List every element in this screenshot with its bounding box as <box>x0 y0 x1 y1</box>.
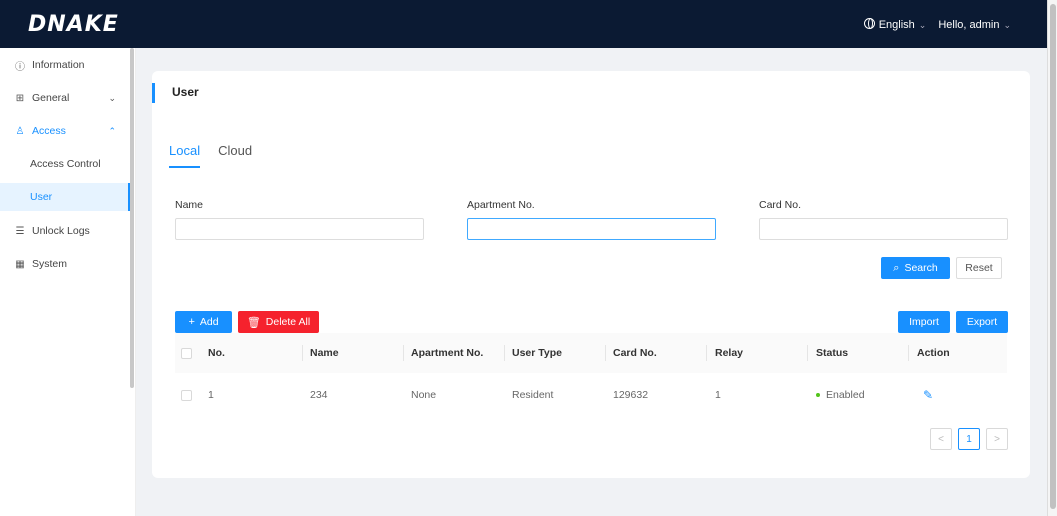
name-label: Name <box>175 199 204 211</box>
checkbox-box <box>181 347 192 359</box>
top-right-menu: English ⌄ Hello, admin ⌄ <box>863 18 1011 31</box>
sidebar-scrollbar[interactable] <box>130 48 134 388</box>
chevron-up-icon: ⌃ <box>108 125 116 136</box>
sidebar-item-label: User <box>30 191 53 203</box>
pagination-next[interactable]: > <box>986 428 1008 450</box>
sidebar-item-system[interactable]: ▦ System <box>0 250 130 278</box>
table-header: No. Name Apartment No. User Type Card No… <box>175 333 1007 373</box>
sidebar-item-access[interactable]: ♙ Access ⌃ <box>0 117 130 145</box>
sidebar: ⓘ Information ⊞ General ⌄ ♙ Access ⌃ Acc… <box>0 48 136 516</box>
sidebar-item-general[interactable]: ⊞ General ⌄ <box>0 84 130 112</box>
user-card: User Local Cloud Name Apartment No. Card… <box>152 71 1030 478</box>
cell-relay: 1 <box>715 389 721 401</box>
name-input[interactable] <box>175 218 424 240</box>
sidebar-item-label: System <box>32 258 68 270</box>
grid-icon: ⊞ <box>15 92 25 104</box>
cell-status: Enabled <box>816 376 865 414</box>
sidebar-item-label: Access <box>32 125 66 137</box>
search-label: Search <box>904 262 938 274</box>
user-icon: ♙ <box>15 125 25 137</box>
edit-button[interactable]: ✎ <box>923 376 933 414</box>
column-divider <box>605 345 606 361</box>
cell-apartment: None <box>411 389 437 401</box>
column-divider <box>302 345 303 361</box>
tab-cloud[interactable]: Cloud <box>218 143 252 168</box>
card-no-input[interactable] <box>759 218 1008 240</box>
col-no: No. <box>208 347 225 359</box>
import-button[interactable]: Import <box>898 311 950 333</box>
cell-user-type: Resident <box>512 389 554 401</box>
column-divider <box>807 345 808 361</box>
pagination-prev[interactable]: < <box>930 428 952 450</box>
card-no-label: Card No. <box>759 199 802 211</box>
chevron-down-icon: ⌄ <box>108 92 116 103</box>
pagination-page-1[interactable]: 1 <box>958 428 980 450</box>
column-divider <box>706 345 707 361</box>
status-dot <box>816 393 820 397</box>
edit-icon: ✎ <box>923 388 934 402</box>
trash-icon: 🗑 <box>246 316 261 329</box>
column-divider <box>504 345 505 361</box>
plus-icon: + <box>188 316 195 328</box>
top-bar: DNAKE English ⌄ Hello, admin ⌄ <box>0 0 1047 48</box>
select-all-checkbox[interactable] <box>181 333 192 373</box>
search-button[interactable]: ⌕ Search <box>881 257 950 279</box>
tab-local[interactable]: Local <box>169 143 201 168</box>
list-icon: ☰ <box>15 225 25 237</box>
user-greeting: Hello, admin <box>938 18 1000 31</box>
col-name: Name <box>310 347 339 359</box>
sidebar-item-information[interactable]: ⓘ Information <box>0 51 130 79</box>
sidebar-item-label: General <box>32 92 70 104</box>
sidebar-item-label: Unlock Logs <box>32 225 90 237</box>
globe-icon <box>863 18 875 29</box>
cell-no: 1 <box>208 389 214 401</box>
add-button[interactable]: + Add <box>175 311 232 333</box>
language-label: English <box>878 19 915 31</box>
export-button[interactable]: Export <box>956 311 1008 333</box>
col-card-no: Card No. <box>613 347 657 359</box>
chevron-down-icon: ⌄ <box>918 20 927 30</box>
table-row: 1 234 None Resident 129632 1 Enabled ✎ <box>175 376 1007 414</box>
dnake-logo[interactable]: DNAKE <box>28 12 119 37</box>
reset-button[interactable]: Reset <box>956 257 1002 279</box>
tabs: Local Cloud <box>169 143 252 168</box>
language-selector[interactable]: English ⌄ <box>863 18 927 31</box>
checkbox-box <box>181 389 192 401</box>
sidebar-item-unlock-logs[interactable]: ☰ Unlock Logs <box>0 217 130 245</box>
info-icon: ⓘ <box>15 61 25 73</box>
sidebar-item-access-control[interactable]: Access Control <box>0 150 130 178</box>
col-action: Action <box>917 347 950 359</box>
col-user-type: User Type <box>512 347 562 359</box>
title-accent-bar <box>152 83 155 103</box>
col-relay: Relay <box>715 347 744 359</box>
delete-all-label: Delete All <box>265 316 311 328</box>
user-menu[interactable]: Hello, admin ⌄ <box>938 19 1011 31</box>
delete-all-button[interactable]: 🗑 Delete All <box>238 311 319 333</box>
search-icon: ⌕ <box>893 261 900 274</box>
column-divider <box>908 345 909 361</box>
sidebar-item-label: Information <box>32 59 85 71</box>
col-status: Status <box>816 347 849 359</box>
apartment-input[interactable] <box>467 218 716 240</box>
scrollbar-thumb[interactable] <box>1050 4 1056 509</box>
page-title: User <box>172 85 199 99</box>
page-scrollbar[interactable] <box>1047 0 1057 516</box>
sidebar-item-label: Access Control <box>30 158 101 170</box>
cell-name: 234 <box>310 389 328 401</box>
cell-card-no: 129632 <box>613 389 649 401</box>
col-apartment: Apartment No. <box>411 347 484 359</box>
column-divider <box>403 345 404 361</box>
system-icon: ▦ <box>15 258 25 270</box>
add-label: Add <box>199 316 219 328</box>
apartment-label: Apartment No. <box>467 199 535 211</box>
sidebar-item-user[interactable]: User <box>0 183 130 211</box>
chevron-down-icon: ⌄ <box>1003 19 1011 30</box>
row-checkbox[interactable] <box>181 376 192 414</box>
status-label: Enabled <box>826 389 865 401</box>
